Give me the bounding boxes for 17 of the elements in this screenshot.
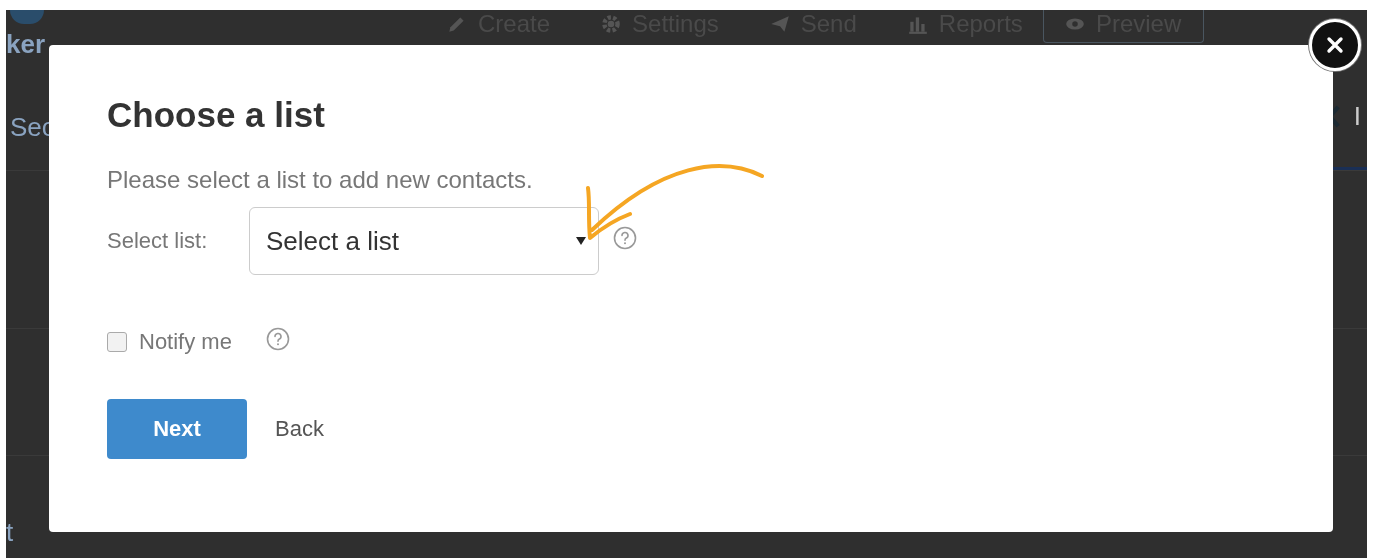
field-label: Select list:	[107, 228, 209, 254]
checkbox-label: Notify me	[139, 329, 232, 355]
dialog-title: Choose a list	[107, 95, 326, 135]
side-text: I	[1353, 101, 1361, 132]
checkbox[interactable]	[107, 332, 127, 352]
back-link[interactable]: Back	[275, 416, 324, 442]
caret-icon	[576, 237, 586, 245]
help-icon[interactable]	[265, 327, 290, 351]
logo-mark	[10, 10, 44, 24]
background-text: t	[6, 517, 14, 548]
logo-text: ker	[6, 30, 47, 58]
list-dropdown[interactable]: Select a list	[249, 207, 599, 275]
next-button[interactable]: Next	[107, 399, 247, 459]
gear-icon	[600, 13, 623, 35]
help-icon[interactable]	[613, 226, 637, 250]
close-icon	[1325, 35, 1345, 55]
description-text: Please select a list to add new contacts.	[107, 166, 534, 194]
